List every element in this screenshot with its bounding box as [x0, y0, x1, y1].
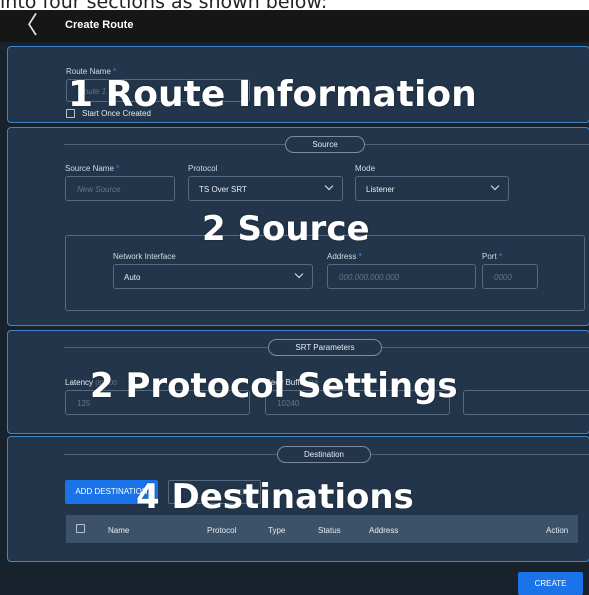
- network-interface-label: Network Interface: [113, 252, 176, 261]
- address-label: Address *: [327, 252, 362, 261]
- destination-divider-pill: Destination: [277, 446, 371, 463]
- network-interface-value: Auto: [124, 273, 141, 282]
- address-label-text: Address: [327, 252, 357, 261]
- srt-divider-left: [64, 347, 268, 348]
- column-type: Type: [268, 526, 286, 535]
- source-name-label: Source Name *: [65, 164, 119, 173]
- source-overlay: 2 Source: [202, 209, 370, 249]
- route-information-overlay: 1 Route Information: [68, 74, 477, 115]
- caption-text: into four sections as shown below:: [0, 0, 327, 9]
- back-chevron-icon[interactable]: 〈: [14, 13, 38, 38]
- mode-value: Listener: [366, 185, 395, 194]
- select-all-checkbox[interactable]: [76, 524, 85, 533]
- page-title: Create Route: [65, 19, 134, 31]
- route-information-section: Route Name * Route 1 Start Once Created …: [7, 46, 589, 123]
- source-name-label-text: Source Name: [65, 164, 114, 173]
- top-bar: 〈 Create Route: [0, 10, 589, 42]
- destination-divider-left: [64, 454, 277, 455]
- required-asterisk-icon: *: [116, 164, 120, 173]
- port-label-text: Port: [482, 252, 497, 261]
- port-placeholder: 0000: [494, 273, 512, 282]
- destination-table-header: Name Protocol Type Status Address Action: [66, 515, 578, 543]
- caption-strip: into four sections as shown below:: [0, 0, 589, 10]
- mode-select[interactable]: Listener: [355, 176, 509, 201]
- app-window: 〈 Create Route Route Name * Route 1 Star…: [0, 10, 589, 595]
- column-protocol: Protocol: [207, 526, 237, 535]
- port-input[interactable]: 0000: [482, 264, 538, 289]
- protocol-label: Protocol: [188, 164, 218, 173]
- chevron-down-icon: [490, 181, 500, 191]
- destinations-overlay: 4 Destinations: [136, 477, 414, 517]
- network-interface-select[interactable]: Auto: [113, 264, 313, 289]
- required-asterisk-icon: *: [498, 252, 503, 261]
- column-status: Status: [318, 526, 341, 535]
- chevron-down-icon: [294, 269, 304, 279]
- column-name: Name: [108, 526, 130, 535]
- column-address: Address: [369, 526, 399, 535]
- mode-label: Mode: [355, 164, 376, 173]
- protocol-settings-overlay: 2 Protocol Settings: [90, 366, 458, 406]
- source-name-input[interactable]: New Source: [65, 176, 175, 201]
- destinations-section: Destination ADD DESTINATION ETE Name Pro…: [7, 436, 589, 562]
- protocol-select[interactable]: TS Over SRT: [188, 176, 343, 201]
- source-divider-right: [365, 144, 589, 145]
- destination-divider-right: [371, 454, 589, 455]
- address-placeholder: 000.000.000.000: [339, 273, 400, 282]
- srt-divider-right: [382, 347, 589, 348]
- srt-divider-pill: SRT Parameters: [268, 339, 382, 356]
- create-button[interactable]: CREATE: [518, 572, 583, 595]
- protocol-settings-section: SRT Parameters Latency (80000 125 Recv B…: [7, 330, 589, 434]
- source-divider-pill: Source: [285, 136, 365, 153]
- screenshot: into four sections as shown below: 〈 Cre…: [0, 0, 589, 595]
- source-name-placeholder: New Source: [77, 185, 121, 194]
- protocol-value: TS Over SRT: [199, 185, 247, 194]
- port-label: Port *: [482, 252, 502, 261]
- source-divider-left: [64, 144, 285, 145]
- address-input[interactable]: 000.000.000.000: [327, 264, 476, 289]
- required-asterisk-icon: *: [358, 252, 362, 261]
- latency-label-text: Latency: [65, 378, 94, 387]
- latency-value: 125: [77, 399, 91, 408]
- source-section: Source Source Name * New Source Protocol…: [7, 127, 589, 326]
- third-parameter-input[interactable]: [463, 390, 589, 415]
- chevron-down-icon: [324, 181, 334, 191]
- column-action: Action: [546, 526, 569, 535]
